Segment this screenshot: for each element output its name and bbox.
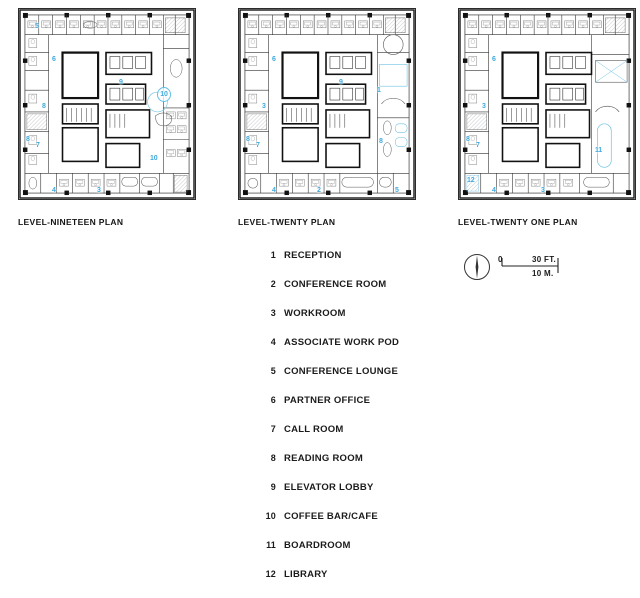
legend-item-number: 8 xyxy=(270,453,276,463)
legend-item-label: PARTNER OFFICE xyxy=(284,395,371,406)
plan-callout: 4 xyxy=(52,187,56,194)
legend-item-number: 2 xyxy=(270,279,276,289)
plan-callout: 2 xyxy=(317,187,321,194)
floor-plan-level-twenty-one: 6 3 8 7 11 12 4 3 xyxy=(458,8,636,200)
legend-item-label: READING ROOM xyxy=(284,453,363,464)
legend-item-number: 9 xyxy=(270,482,276,492)
legend-item-number: 6 xyxy=(270,395,276,405)
plan-title-level-nineteen: LEVEL-NINETEEN PLAN xyxy=(18,217,124,227)
legend: 1 RECEPTION 2 CONFERENCE ROOM 3 WORKROOM 4 ASSO… xyxy=(258,250,468,598)
plan-callout: 7 xyxy=(256,142,260,149)
scale-block: 0 30 FT. 10 M. xyxy=(462,250,582,290)
plan-title-level-twenty-one: LEVEL-TWENTY ONE PLAN xyxy=(458,217,578,227)
legend-item-label: CONFERENCE LOUNGE xyxy=(284,366,399,377)
plan-callout: 10 xyxy=(157,87,171,102)
legend-item: 10 COFFEE BAR/CAFE xyxy=(258,511,468,540)
legend-item-number: 7 xyxy=(270,424,276,434)
legend-item: 12 LIBRARY xyxy=(258,569,468,598)
legend-item: 4 ASSOCIATE WORK POD xyxy=(258,337,468,366)
plan-callout: 8 xyxy=(379,138,383,145)
plan-callout: 9 xyxy=(339,79,343,86)
legend-item-label: ASSOCIATE WORK POD xyxy=(284,337,400,348)
legend-item: 6 PARTNER OFFICE xyxy=(258,395,468,424)
north-arrow-icon xyxy=(464,254,490,280)
legend-item: 8 READING ROOM xyxy=(258,453,468,482)
legend-item-label: WORKROOM xyxy=(284,308,346,319)
plan-callout: 6 xyxy=(272,56,276,63)
floor-plan-level-twenty: 6387918425 xyxy=(238,8,416,200)
legend-item-label: COFFEE BAR/CAFE xyxy=(284,511,378,522)
plan-callout: 8 xyxy=(26,136,30,143)
legend-item-number: 5 xyxy=(270,366,276,376)
legend-item-label: CONFERENCE ROOM xyxy=(284,279,387,290)
legend-item: 11 BOARDROOM xyxy=(258,540,468,569)
legend-item-number: 12 xyxy=(265,569,276,579)
floor-plan-level-nineteen: 5 6 8 8 7 9 10 10 4 3 xyxy=(18,8,196,200)
plan-callout: 7 xyxy=(36,142,40,149)
plan-callout: 8 xyxy=(246,136,250,143)
legend-item-number: 11 xyxy=(266,540,276,550)
plan-callout: 8 xyxy=(466,136,470,143)
plan-callout: 11 xyxy=(595,147,602,154)
plan-callout: 3 xyxy=(262,103,266,110)
scale-zero-label: 0 xyxy=(498,255,503,264)
plan-callout: 6 xyxy=(492,56,496,63)
plan-callout: 6 xyxy=(52,56,56,63)
plan-callout: 9 xyxy=(119,79,123,86)
plan-callout: 3 xyxy=(97,187,101,194)
plan-callout: 12 xyxy=(467,177,475,184)
legend-item: 9 ELEVATOR LOBBY xyxy=(258,482,468,511)
plan-callout: 10 xyxy=(150,155,158,162)
scale-meters-label: 10 M. xyxy=(532,269,554,278)
plan-callout: 3 xyxy=(482,103,486,110)
legend-item-label: ELEVATOR LOBBY xyxy=(284,482,374,493)
plan-callout: 4 xyxy=(272,187,276,194)
plan-callout: 5 xyxy=(35,23,39,30)
legend-item-label: CALL ROOM xyxy=(284,424,344,435)
plan-callout: 7 xyxy=(476,142,480,149)
legend-item-label: BOARDROOM xyxy=(284,540,351,551)
plan-callout: 1 xyxy=(377,87,381,94)
legend-item-number: 4 xyxy=(270,337,276,347)
plan-callout: 4 xyxy=(492,187,496,194)
legend-item-number: 10 xyxy=(265,511,276,521)
legend-item-number: 1 xyxy=(270,250,276,260)
legend-item-number: 3 xyxy=(270,308,276,318)
legend-item: 7 CALL ROOM xyxy=(258,424,468,453)
legend-item: 3 WORKROOM xyxy=(258,308,468,337)
legend-item: 5 CONFERENCE LOUNGE xyxy=(258,366,468,395)
plan-callout: 3 xyxy=(541,187,545,194)
legend-item-label: LIBRARY xyxy=(284,569,328,580)
plan-title-level-twenty: LEVEL-TWENTY PLAN xyxy=(238,217,336,227)
scale-feet-label: 30 FT. xyxy=(532,255,557,264)
legend-item: 2 CONFERENCE ROOM xyxy=(258,279,468,308)
legend-item: 1 RECEPTION xyxy=(258,250,468,279)
plan-callout: 8 xyxy=(42,103,46,110)
legend-item-label: RECEPTION xyxy=(284,250,342,261)
plan-callout: 5 xyxy=(395,187,399,194)
